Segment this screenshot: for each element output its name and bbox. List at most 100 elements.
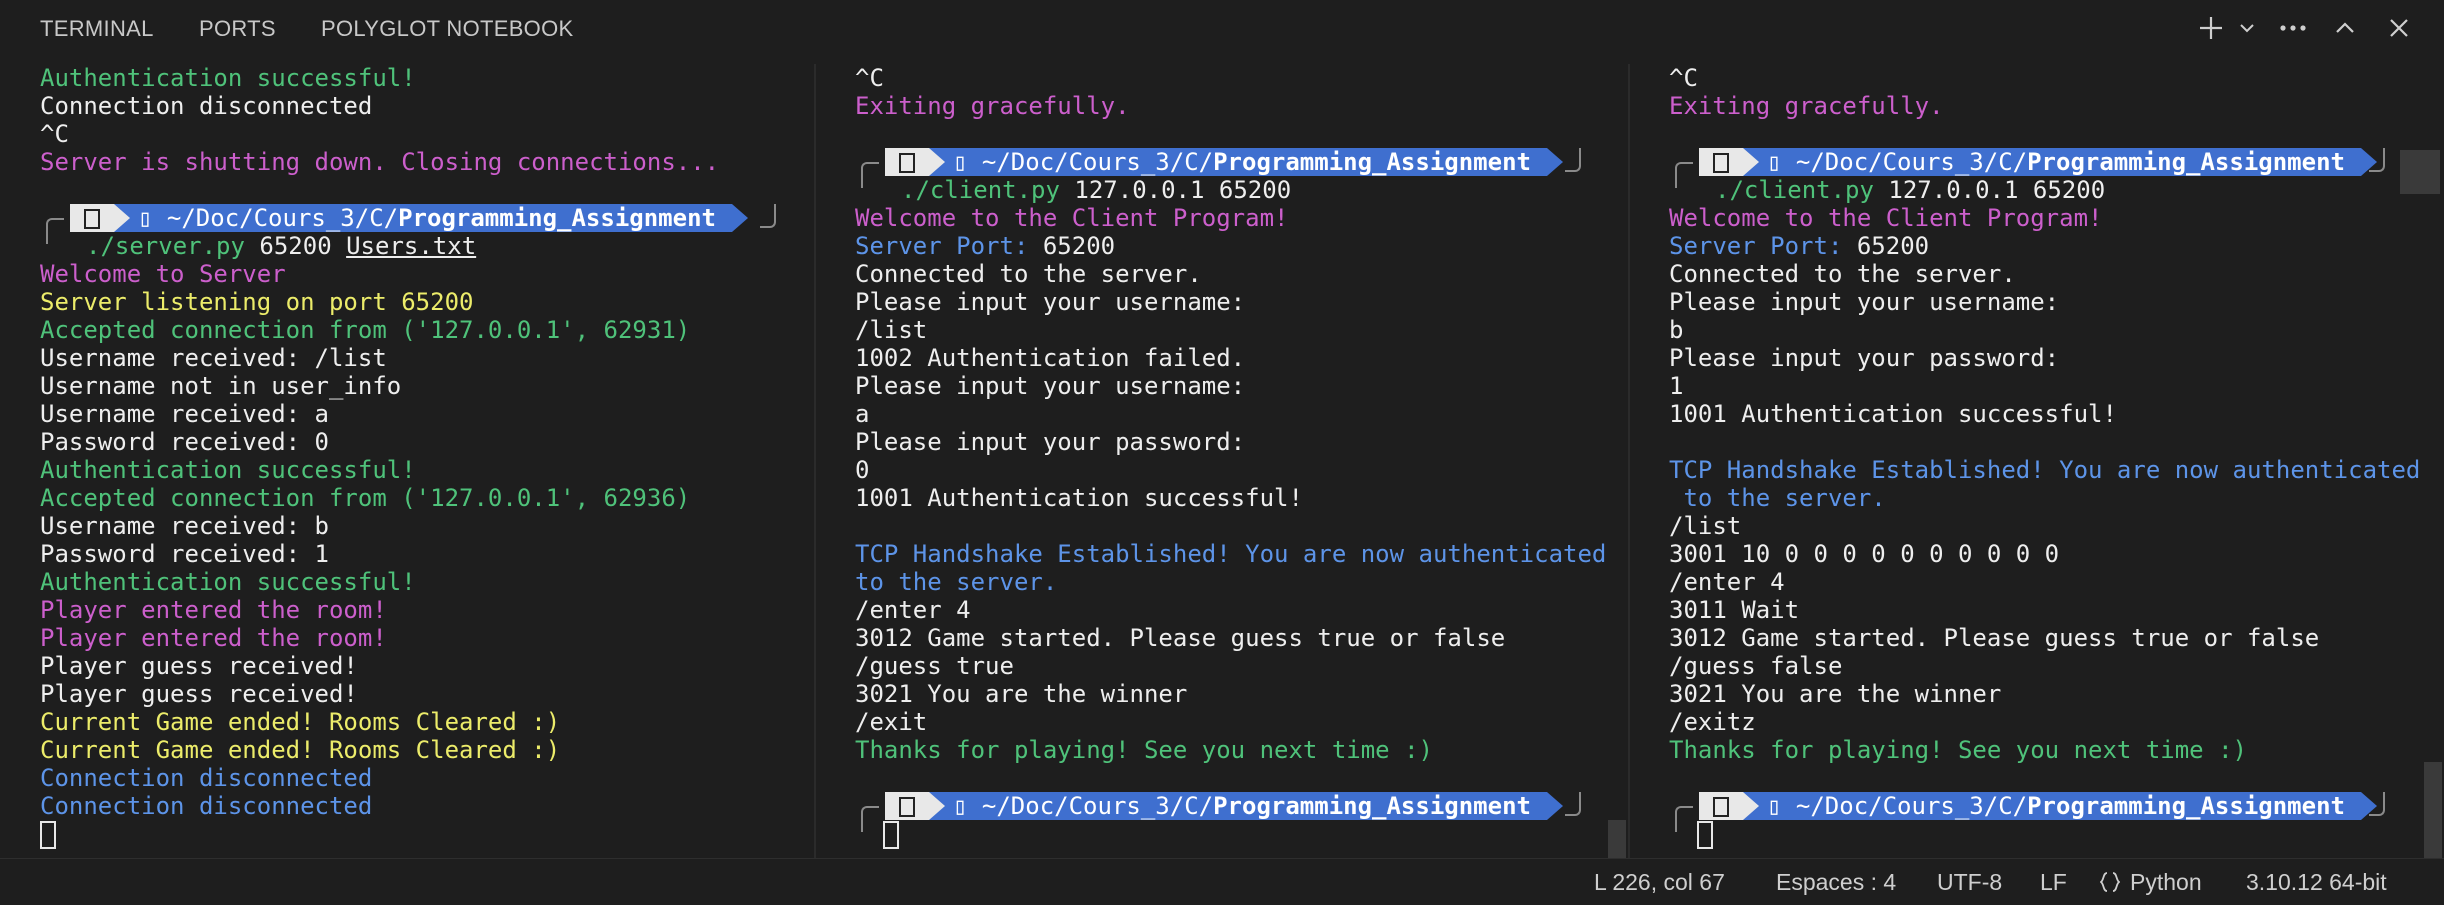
terminal-line: Thanks for playing! See you next time :)	[1669, 736, 2247, 764]
scrollbar-thumb[interactable]	[2424, 762, 2442, 858]
terminal-line: /guess true	[855, 652, 1014, 680]
python-interpreter[interactable]: 3.10.12 64-bit	[2246, 869, 2387, 896]
terminal-line: /list	[1669, 512, 1742, 540]
terminal-pane-client-1[interactable]: ^C Exiting gracefully. ▯ ~/Doc/Cours_3/C/P…	[855, 64, 1615, 864]
prompt-path-prefix: ▯ ~/Doc/Cours_3/C/	[1767, 148, 2028, 176]
command-executable: ./client.py	[901, 176, 1060, 204]
terminal-line: Current Game ended! Rooms Cleared :)	[40, 736, 561, 764]
terminal-cursor	[40, 821, 56, 849]
terminal-line: 3021 You are the winner	[1669, 680, 2002, 708]
terminal-line: Username received: b	[40, 512, 329, 540]
prompt-path-folder: Programming_Assignment	[1213, 148, 1531, 176]
terminal-line: Authentication successful!	[40, 64, 416, 92]
shell-prompt: ▯ ~/Doc/Cours_3/C/Programming_Assignment	[1669, 792, 2429, 832]
plus-icon[interactable]	[2196, 10, 2226, 46]
terminal-line: Username not in user_info	[40, 372, 402, 400]
language-mode[interactable]: Python	[2099, 869, 2202, 896]
terminal-line: 3001 10 0 0 0 0 0 0 0 0 0 0	[1669, 540, 2060, 568]
command-arguments: 127.0.0.1 65200	[1059, 176, 1292, 204]
prompt-path-folder: Programming_Assignment	[398, 204, 716, 232]
close-icon[interactable]	[2384, 10, 2414, 46]
prompt-path: ▯ ~/Doc/Cours_3/C/Programming_Assignment	[929, 148, 1547, 176]
terminal-line: ^C	[40, 120, 69, 148]
tab-terminal[interactable]: TERMINAL	[40, 16, 154, 42]
terminal-line: TCP Handshake Established! You are now a…	[1669, 456, 2421, 484]
terminal-line: Accepted connection from ('127.0.0.1', 6…	[40, 484, 691, 512]
terminal-line: /exitz	[1669, 708, 1756, 736]
panel-header: TERMINAL PORTS POLYGLOT NOTEBOOK	[0, 0, 2444, 58]
shell-prompt: ▯ ~/Doc/Cours_3/C/Programming_Assignment	[855, 792, 1615, 832]
terminal-cursor-line	[1669, 820, 2429, 849]
chevron-up-icon[interactable]	[2330, 10, 2360, 46]
terminal-line: Please input your password:	[855, 428, 1246, 456]
terminal-line: TCP Handshake Established! You are now a…	[855, 540, 1607, 568]
command-line: ./server.py 65200 Users.txt	[40, 232, 800, 260]
command-line: ./client.py 127.0.0.1 65200	[1669, 176, 2429, 204]
command-executable: ./server.py	[86, 232, 245, 260]
prompt-end-decoration	[1565, 792, 1581, 816]
terminal-cursor	[883, 821, 899, 849]
terminal-line: /enter 4	[855, 596, 971, 624]
terminal-line: Exiting gracefully.	[1669, 92, 1944, 120]
prompt-segment-arrow	[929, 792, 945, 820]
pane-divider[interactable]	[1628, 64, 1630, 860]
terminal-line: ^C	[855, 64, 884, 92]
prompt-end-decoration	[2369, 148, 2385, 172]
shell-prompt: ▯ ~/Doc/Cours_3/C/Programming_Assignment	[1669, 148, 2429, 188]
terminal-line: Connected to the server.	[855, 260, 1202, 288]
terminal-line: Connected to the server.	[1669, 260, 2016, 288]
terminal-line: Connection disconnected	[40, 92, 373, 120]
indentation-setting[interactable]: Espaces : 4	[1776, 869, 1896, 896]
prompt-path: ▯ ~/Doc/Cours_3/C/Programming_Assignment	[1743, 792, 2361, 820]
command-arguments: 65200	[244, 232, 347, 260]
terminal-cursor-line	[855, 820, 1615, 849]
terminal-line: 0	[855, 456, 870, 484]
chevron-down-icon[interactable]	[2236, 10, 2258, 46]
terminal-glyph-icon	[1699, 792, 1743, 820]
terminal-line: /list	[855, 316, 928, 344]
terminal-pane-client-2[interactable]: ^C Exiting gracefully. ▯ ~/Doc/Cours_3/C/P…	[1669, 64, 2429, 864]
braces-icon	[2099, 869, 2122, 896]
scrollbar-thumb[interactable]	[2400, 150, 2440, 194]
terminal-line: 3011 Wait	[1669, 596, 1800, 624]
terminal-line: 1	[1669, 372, 1684, 400]
shell-prompt: ▯ ~/Doc/Cours_3/C/Programming_Assignment	[40, 204, 800, 244]
terminal-line: Username received: a	[40, 400, 329, 428]
scrollbar-thumb[interactable]	[1608, 820, 1626, 858]
terminal-line: Server is shutting down. Closing connect…	[40, 148, 720, 176]
terminal-line: 3021 You are the winner	[855, 680, 1188, 708]
terminal-pane-server[interactable]: Authentication successful! Connection dis…	[40, 64, 800, 864]
terminal-line: /exit	[855, 708, 928, 736]
terminal-line: b	[1669, 316, 1684, 344]
tab-ports[interactable]: PORTS	[199, 16, 276, 42]
terminal-glyph-icon	[1699, 148, 1743, 176]
end-of-line[interactable]: LF	[2040, 869, 2067, 896]
file-encoding[interactable]: UTF-8	[1937, 869, 2002, 896]
terminal-line-value: 65200	[1042, 232, 1116, 260]
pane-divider[interactable]	[814, 64, 816, 860]
prompt-path-folder: Programming_Assignment	[2027, 792, 2345, 820]
terminal-cursor	[1697, 821, 1713, 849]
terminal-line: 3012 Game started. Please guess true or …	[855, 624, 1506, 652]
prompt-segment-arrow	[1743, 792, 1759, 820]
prompt-end-decoration	[2369, 792, 2385, 816]
prompt-segment-arrow	[1547, 148, 1563, 176]
prompt-end-decoration	[760, 204, 776, 228]
command-file-argument[interactable]: Users.txt	[346, 232, 476, 260]
cursor-position[interactable]: L 226, col 67	[1594, 869, 1725, 896]
terminal-line: ^C	[1669, 64, 1698, 92]
prompt-path: ▯ ~/Doc/Cours_3/C/Programming_Assignment	[1743, 148, 2361, 176]
ellipsis-icon[interactable]	[2276, 10, 2310, 46]
terminal-glyph-icon	[885, 148, 929, 176]
terminal-line: Please input your password:	[1669, 344, 2060, 372]
prompt-path-prefix: ▯ ~/Doc/Cours_3/C/	[1767, 792, 2028, 820]
terminal-line: Password received: 0	[40, 428, 329, 456]
language-label: Python	[2130, 869, 2202, 895]
terminal-line: 1002 Authentication failed.	[855, 344, 1246, 372]
tab-polyglot-notebook[interactable]: POLYGLOT NOTEBOOK	[321, 16, 573, 42]
prompt-path-prefix: ▯ ~/Doc/Cours_3/C/	[953, 148, 1214, 176]
terminal-line-value: 65200	[1856, 232, 1930, 260]
